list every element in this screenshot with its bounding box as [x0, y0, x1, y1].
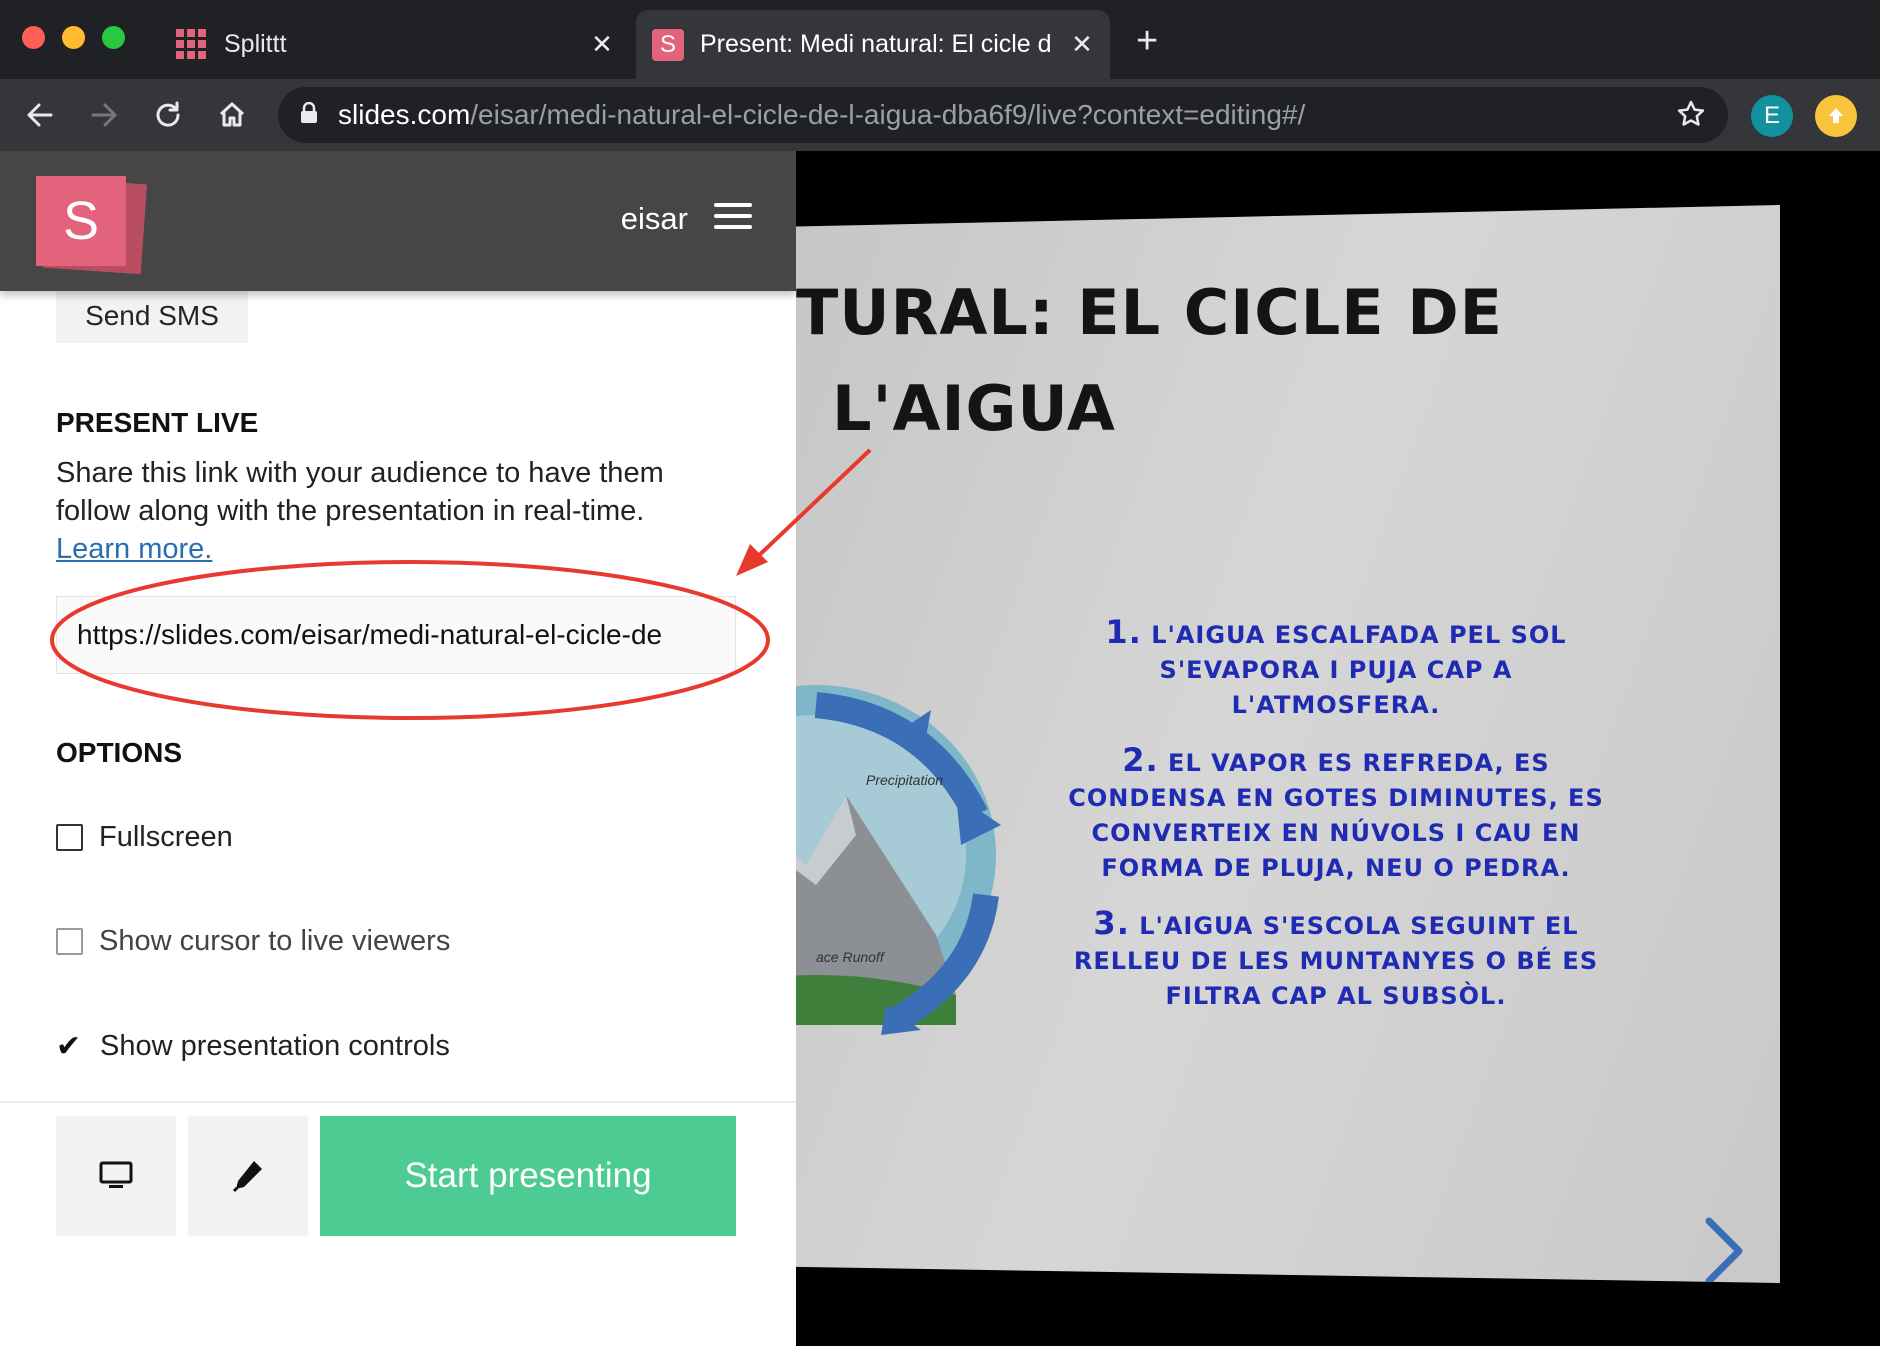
back-icon[interactable]	[18, 93, 62, 137]
slide-title-line-1: TURAL: EL CICLE DE	[796, 276, 1504, 349]
browser-tab-bar: Splittt ✕ S Present: Medi natural: El ci…	[0, 0, 1880, 79]
step-number: 1.	[1105, 613, 1142, 651]
window-close-button[interactable]	[22, 26, 45, 49]
live-link-value: https://slides.com/eisar/medi-natural-el…	[77, 619, 663, 650]
fullscreen-checkbox[interactable]	[56, 824, 83, 851]
fullscreen-option[interactable]: Fullscreen	[56, 821, 233, 854]
slide-title: TURAL: EL CICLE DE L'AIGUA	[796, 265, 1503, 457]
slide-page-number: 1	[1744, 1293, 1756, 1315]
slides-favicon-icon: S	[652, 28, 684, 61]
show-cursor-checkbox[interactable]	[56, 928, 83, 955]
tab-close-icon[interactable]: ✕	[582, 29, 622, 60]
slide-stage: TURAL: EL CICLE DE L'AIGUA Precipitation…	[796, 151, 1880, 1346]
tab-title: Present: Medi natural: El cicle d	[700, 30, 1052, 58]
learn-more-link[interactable]: Learn more.	[56, 533, 212, 566]
diagram-runoff-label: ace Runoff	[816, 949, 886, 965]
live-link-field[interactable]: https://slides.com/eisar/medi-natural-el…	[56, 596, 736, 674]
fullscreen-label: Fullscreen	[99, 821, 233, 853]
url-text: slides.com/eisar/medi-natural-el-cicle-d…	[338, 99, 1305, 131]
monitor-button[interactable]	[56, 1116, 176, 1236]
profile-avatar[interactable]: E	[1751, 95, 1793, 137]
tab-close-icon[interactable]: ✕	[1062, 29, 1102, 60]
home-icon[interactable]	[210, 93, 254, 137]
slide-title-line-2: L'AIGUA	[832, 372, 1116, 445]
step-number: 2.	[1122, 741, 1159, 779]
window-minimize-button[interactable]	[62, 26, 85, 49]
slide-steps-list: 1. L'AIGUA ESCALFADA PEL SOL S'EVAPORA I…	[1066, 615, 1606, 1034]
slide: TURAL: EL CICLE DE L'AIGUA Precipitation…	[796, 205, 1780, 1283]
forward-icon[interactable]	[82, 93, 126, 137]
extension-icon[interactable]	[1815, 95, 1857, 137]
step-text: L'AIGUA S'ESCOLA SEGUINT EL RELLEU DE LE…	[1073, 912, 1599, 1010]
new-tab-icon[interactable]: +	[1136, 22, 1158, 60]
next-slide-chevron-icon[interactable]	[1701, 1215, 1747, 1287]
show-controls-label: Show presentation controls	[100, 1030, 450, 1062]
step-number: 3.	[1093, 904, 1130, 942]
url-path: /eisar/medi-natural-el-cicle-de-l-aigua-…	[470, 99, 1306, 130]
slide-step: 1. L'AIGUA ESCALFADA PEL SOL S'EVAPORA I…	[1066, 615, 1606, 723]
reload-icon[interactable]	[146, 93, 190, 137]
show-cursor-label: Show cursor to live viewers	[99, 925, 451, 957]
pen-icon	[230, 1157, 266, 1196]
monitor-icon	[99, 1160, 133, 1193]
browser-toolbar: slides.com/eisar/medi-natural-el-cicle-d…	[0, 79, 1880, 151]
present-panel: S eisar Send SMS PRESENT LIVE Share this…	[0, 151, 796, 1346]
present-live-heading: PRESENT LIVE	[56, 407, 259, 438]
username[interactable]: eisar	[621, 201, 688, 237]
pen-button[interactable]	[188, 1116, 308, 1236]
diagram-precipitation-label: Precipitation	[866, 772, 943, 788]
panel-header: S eisar	[0, 151, 796, 291]
url-host: slides.com	[338, 99, 471, 130]
show-controls-option[interactable]: ✔ Show presentation controls	[56, 1029, 450, 1064]
panel-footer: Start presenting	[0, 1101, 796, 1346]
start-presenting-button[interactable]: Start presenting	[320, 1116, 736, 1236]
tab-present[interactable]: S Present: Medi natural: El cicle d ✕	[636, 10, 1110, 79]
slide-step: 3. L'AIGUA S'ESCOLA SEGUINT EL RELLEU DE…	[1066, 906, 1606, 1014]
tab-title: Splittt	[224, 30, 287, 58]
water-cycle-diagram: Precipitation ace Runoff	[796, 685, 1001, 1035]
window-maximize-button[interactable]	[102, 26, 125, 49]
show-cursor-option[interactable]: Show cursor to live viewers	[56, 925, 450, 958]
slide-step: 2. EL VAPOR ES REFREDA, ES CONDENSA EN G…	[1066, 743, 1606, 886]
step-text: L'AIGUA ESCALFADA PEL SOL S'EVAPORA I PU…	[1151, 621, 1567, 719]
hamburger-menu-icon[interactable]	[714, 203, 752, 233]
tab-splittt[interactable]: Splittt ✕	[160, 10, 630, 79]
slides-logo[interactable]: S	[36, 176, 126, 266]
splittt-grid-icon	[176, 28, 208, 61]
options-heading: OPTIONS	[56, 737, 183, 768]
bookmark-star-icon[interactable]	[1676, 99, 1706, 134]
present-live-description: Share this link with your audience to ha…	[56, 457, 664, 527]
address-bar[interactable]: slides.com/eisar/medi-natural-el-cicle-d…	[278, 87, 1728, 143]
checkmark-icon[interactable]: ✔	[56, 1029, 86, 1064]
lock-icon	[300, 101, 318, 129]
